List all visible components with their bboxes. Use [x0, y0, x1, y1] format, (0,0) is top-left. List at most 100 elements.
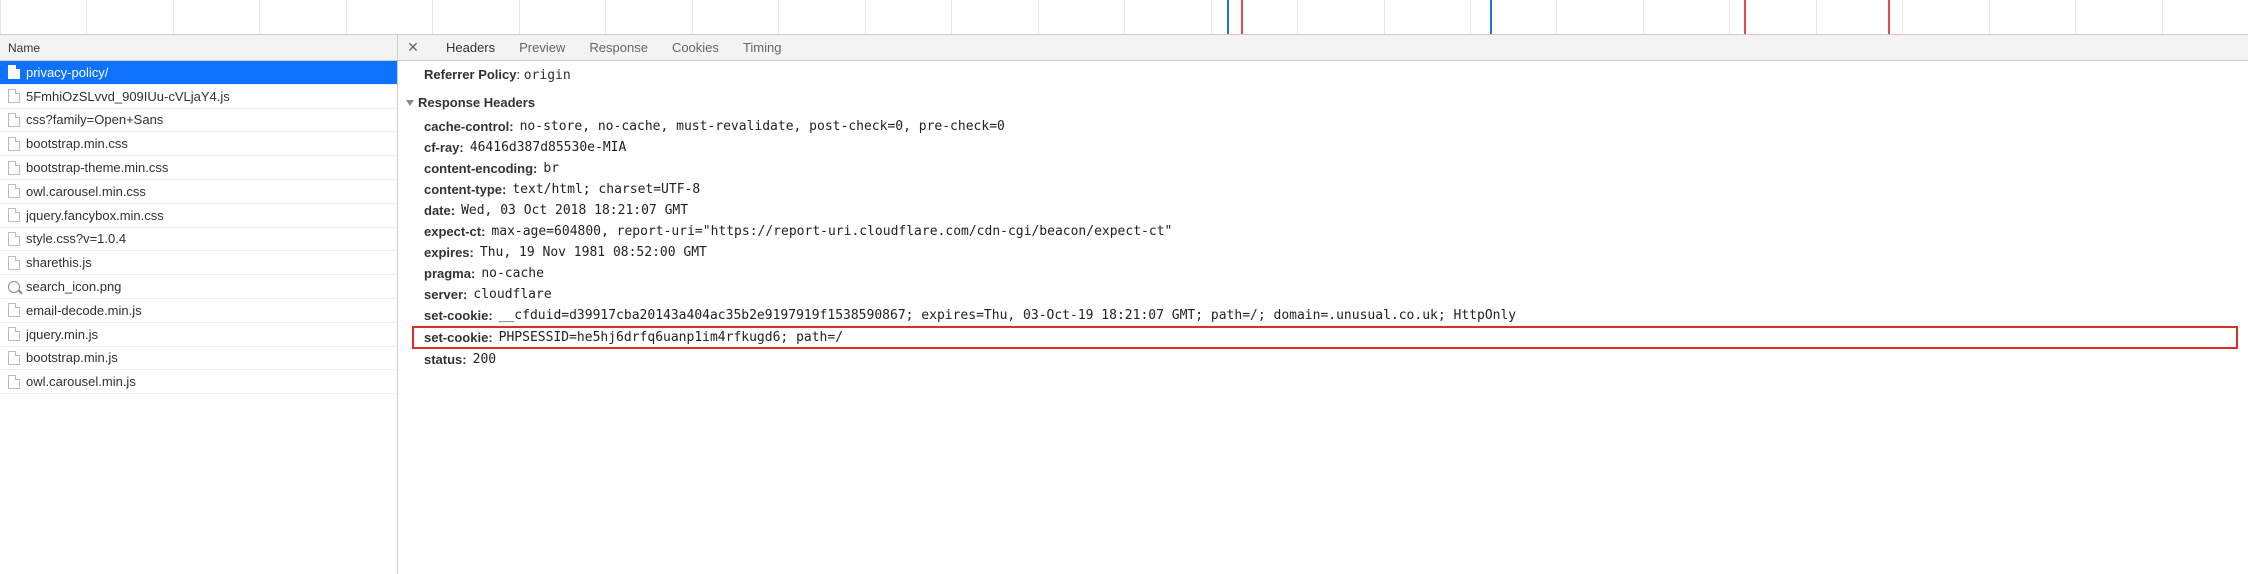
request-name: owl.carousel.min.js: [26, 374, 136, 389]
request-name: jquery.fancybox.min.css: [26, 208, 164, 223]
file-icon: [8, 232, 20, 246]
section-label: Response Headers: [418, 95, 535, 110]
tab-response[interactable]: Response: [587, 35, 650, 60]
header-name: content-encoding: [424, 161, 537, 176]
request-name: sharethis.js: [26, 255, 92, 270]
header-name: expect-ct: [424, 224, 485, 239]
header-row: status 200: [398, 349, 2248, 370]
response-headers-section[interactable]: Response Headers: [398, 89, 2248, 116]
file-icon: [8, 303, 20, 317]
header-row: pragma no-cache: [398, 263, 2248, 284]
request-row[interactable]: css?family=Open+Sans: [0, 109, 397, 133]
request-row[interactable]: bootstrap.min.js: [0, 347, 397, 371]
request-row[interactable]: owl.carousel.min.js: [0, 370, 397, 394]
request-name: 5FmhiOzSLvvd_909IUu-cVLjaY4.js: [26, 89, 230, 104]
header-value: 46416d387d85530e-MIA: [470, 140, 627, 155]
magnifier-icon: [8, 281, 20, 293]
file-icon: [8, 65, 20, 79]
timeline-mark: [1227, 0, 1229, 34]
header-name: date: [424, 203, 455, 218]
request-list: privacy-policy/5FmhiOzSLvvd_909IUu-cVLja…: [0, 61, 397, 394]
header-name: server: [424, 287, 467, 302]
request-name: search_icon.png: [26, 279, 121, 294]
headers-pane[interactable]: Referrer Policy: origin Response Headers…: [398, 61, 2248, 574]
header-value: no-cache: [481, 266, 544, 281]
request-name: jquery.min.js: [26, 327, 98, 342]
header-row: set-cookie __cfduid=d39917cba20143a404ac3…: [398, 305, 2248, 326]
tab-preview[interactable]: Preview: [517, 35, 567, 60]
header-name: pragma: [424, 266, 475, 281]
request-list-panel: Name privacy-policy/5FmhiOzSLvvd_909IUu-…: [0, 35, 398, 574]
header-name: status: [424, 352, 467, 367]
tab-cookies[interactable]: Cookies: [670, 35, 721, 60]
request-name: bootstrap.min.css: [26, 136, 128, 151]
header-name: content-type: [424, 182, 506, 197]
request-row[interactable]: sharethis.js: [0, 251, 397, 275]
header-value: 200: [473, 352, 496, 367]
request-name: style.css?v=1.0.4: [26, 231, 126, 246]
request-name: email-decode.min.js: [26, 303, 142, 318]
header-value: no-store, no-cache, must-revalidate, pos…: [520, 119, 1005, 134]
file-icon: [8, 113, 20, 127]
request-row[interactable]: jquery.fancybox.min.css: [0, 204, 397, 228]
header-row: expect-ct max-age=604800, report-uri="htt…: [398, 221, 2248, 242]
file-icon: [8, 327, 20, 341]
header-value: origin: [524, 68, 571, 83]
header-row: date Wed, 03 Oct 2018 18:21:07 GMT: [398, 200, 2248, 221]
request-list-header[interactable]: Name: [0, 35, 397, 61]
request-name: owl.carousel.min.css: [26, 184, 146, 199]
file-icon: [8, 161, 20, 175]
header-name: cache-control: [424, 119, 514, 134]
name-column-header: Name: [8, 41, 40, 55]
header-row: cache-control no-store, no-cache, must-re…: [398, 116, 2248, 137]
header-name: Referrer Policy: [424, 67, 517, 82]
request-row[interactable]: style.css?v=1.0.4: [0, 228, 397, 252]
file-icon: [8, 89, 20, 103]
details-panel: ✕ Headers Preview Response Cookies Timing Re…: [398, 35, 2248, 574]
header-value: __cfduid=d39917cba20143a404ac35b2e919791…: [499, 308, 1516, 323]
file-icon: [8, 351, 20, 365]
timeline-mark: [1241, 0, 1243, 34]
timeline-mark: [1490, 0, 1492, 34]
triangle-down-icon: [406, 100, 414, 106]
header-row: expires Thu, 19 Nov 1981 08:52:00 GMT: [398, 242, 2248, 263]
request-row[interactable]: jquery.min.js: [0, 323, 397, 347]
tab-timing[interactable]: Timing: [741, 35, 784, 60]
request-row[interactable]: search_icon.png: [0, 275, 397, 299]
request-name: css?family=Open+Sans: [26, 112, 163, 127]
request-row[interactable]: owl.carousel.min.css: [0, 180, 397, 204]
file-icon: [8, 375, 20, 389]
details-tab-bar: ✕ Headers Preview Response Cookies Timing: [398, 35, 2248, 61]
file-icon: [8, 137, 20, 151]
header-value: PHPSESSID=he5hj6drfq6uanp1im4rfkugd6; pa…: [499, 330, 843, 345]
header-value: max-age=604800, report-uri="https://repo…: [491, 224, 1172, 239]
close-icon[interactable]: ✕: [406, 41, 420, 55]
file-icon: [8, 184, 20, 198]
request-name: bootstrap-theme.min.css: [26, 160, 168, 175]
header-value: Thu, 19 Nov 1981 08:52:00 GMT: [480, 245, 707, 260]
header-value: cloudflare: [473, 287, 551, 302]
tab-headers[interactable]: Headers: [444, 35, 497, 60]
request-row[interactable]: email-decode.min.js: [0, 299, 397, 323]
file-icon: [8, 256, 20, 270]
header-row: cf-ray 46416d387d85530e-MIA: [398, 137, 2248, 158]
header-row: set-cookie PHPSESSID=he5hj6drfq6uanp1im4r…: [412, 326, 2238, 349]
header-name: expires: [424, 245, 474, 260]
header-name: cf-ray: [424, 140, 464, 155]
request-row[interactable]: bootstrap-theme.min.css: [0, 156, 397, 180]
header-row: server cloudflare: [398, 284, 2248, 305]
header-name: set-cookie: [424, 308, 493, 323]
header-value: Wed, 03 Oct 2018 18:21:07 GMT: [461, 203, 688, 218]
timeline-mark: [1744, 0, 1746, 34]
network-timeline[interactable]: [0, 0, 2248, 35]
request-row[interactable]: 5FmhiOzSLvvd_909IUu-cVLjaY4.js: [0, 85, 397, 109]
header-row: content-type text/html; charset=UTF-8: [398, 179, 2248, 200]
header-value: text/html; charset=UTF-8: [512, 182, 700, 197]
header-name: set-cookie: [424, 330, 493, 345]
header-value: br: [543, 161, 559, 176]
request-name: privacy-policy/: [26, 65, 108, 80]
request-row[interactable]: bootstrap.min.css: [0, 132, 397, 156]
timeline-mark: [1888, 0, 1890, 34]
header-row: Referrer Policy: origin: [398, 65, 2248, 89]
request-row[interactable]: privacy-policy/: [0, 61, 397, 85]
